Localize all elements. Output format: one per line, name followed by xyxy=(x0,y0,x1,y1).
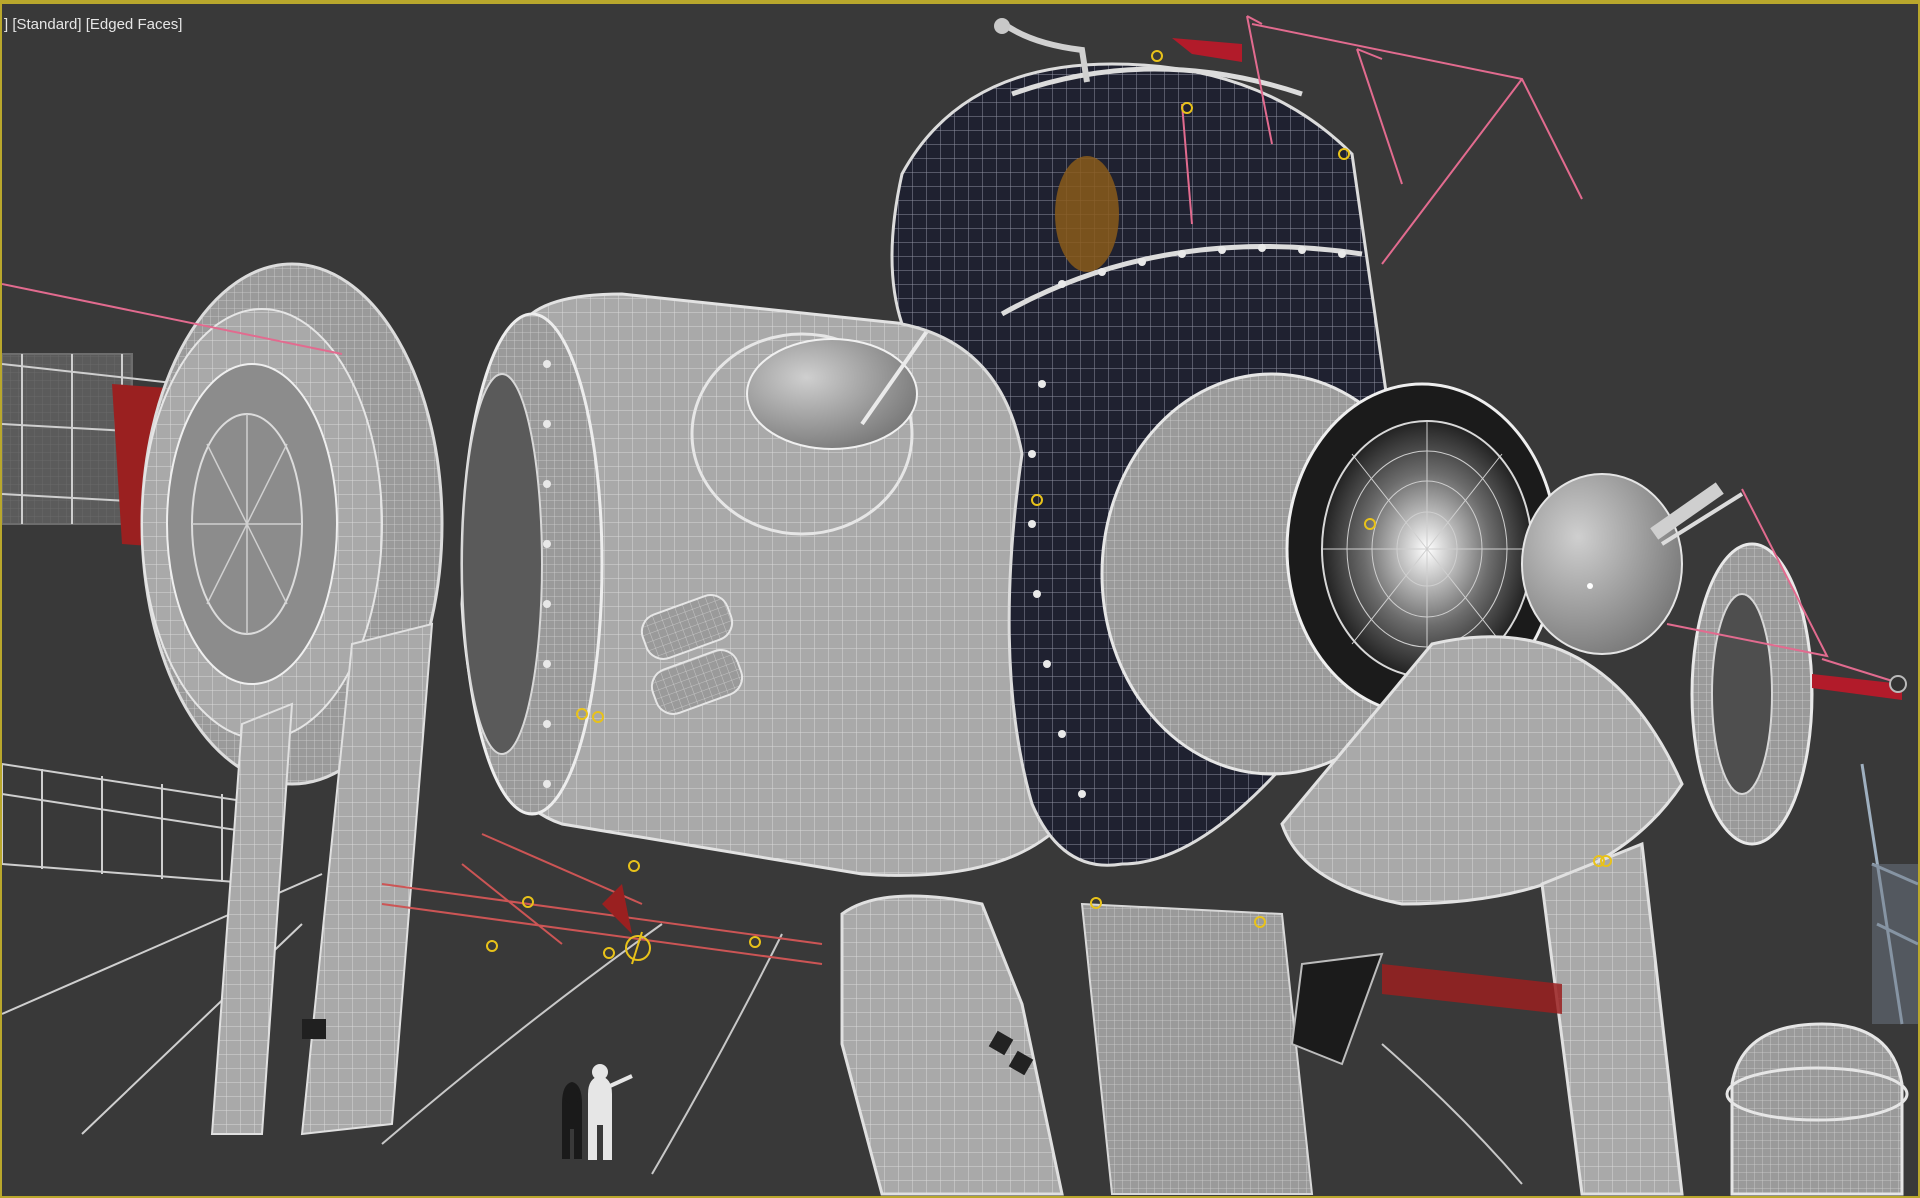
right-tank xyxy=(1725,1022,1909,1196)
shading-mode-menu[interactable]: [Standard] xyxy=(12,16,81,33)
display-mode-menu[interactable]: [Edged Faces] xyxy=(86,16,183,33)
right-antenna-mast xyxy=(1860,763,1918,1025)
3d-viewport[interactable]: ] [Standard] [Edged Faces] xyxy=(0,0,1920,1198)
central-support-pillar xyxy=(840,894,1384,1196)
scene-canvas[interactable] xyxy=(2,4,1918,1196)
human-figure-icon xyxy=(562,1064,633,1160)
viewport-menu-bracket[interactable]: ] xyxy=(4,16,8,33)
right-red-boom xyxy=(1812,674,1907,700)
viewport-label[interactable]: ] [Standard] [Edged Faces] xyxy=(4,16,182,33)
